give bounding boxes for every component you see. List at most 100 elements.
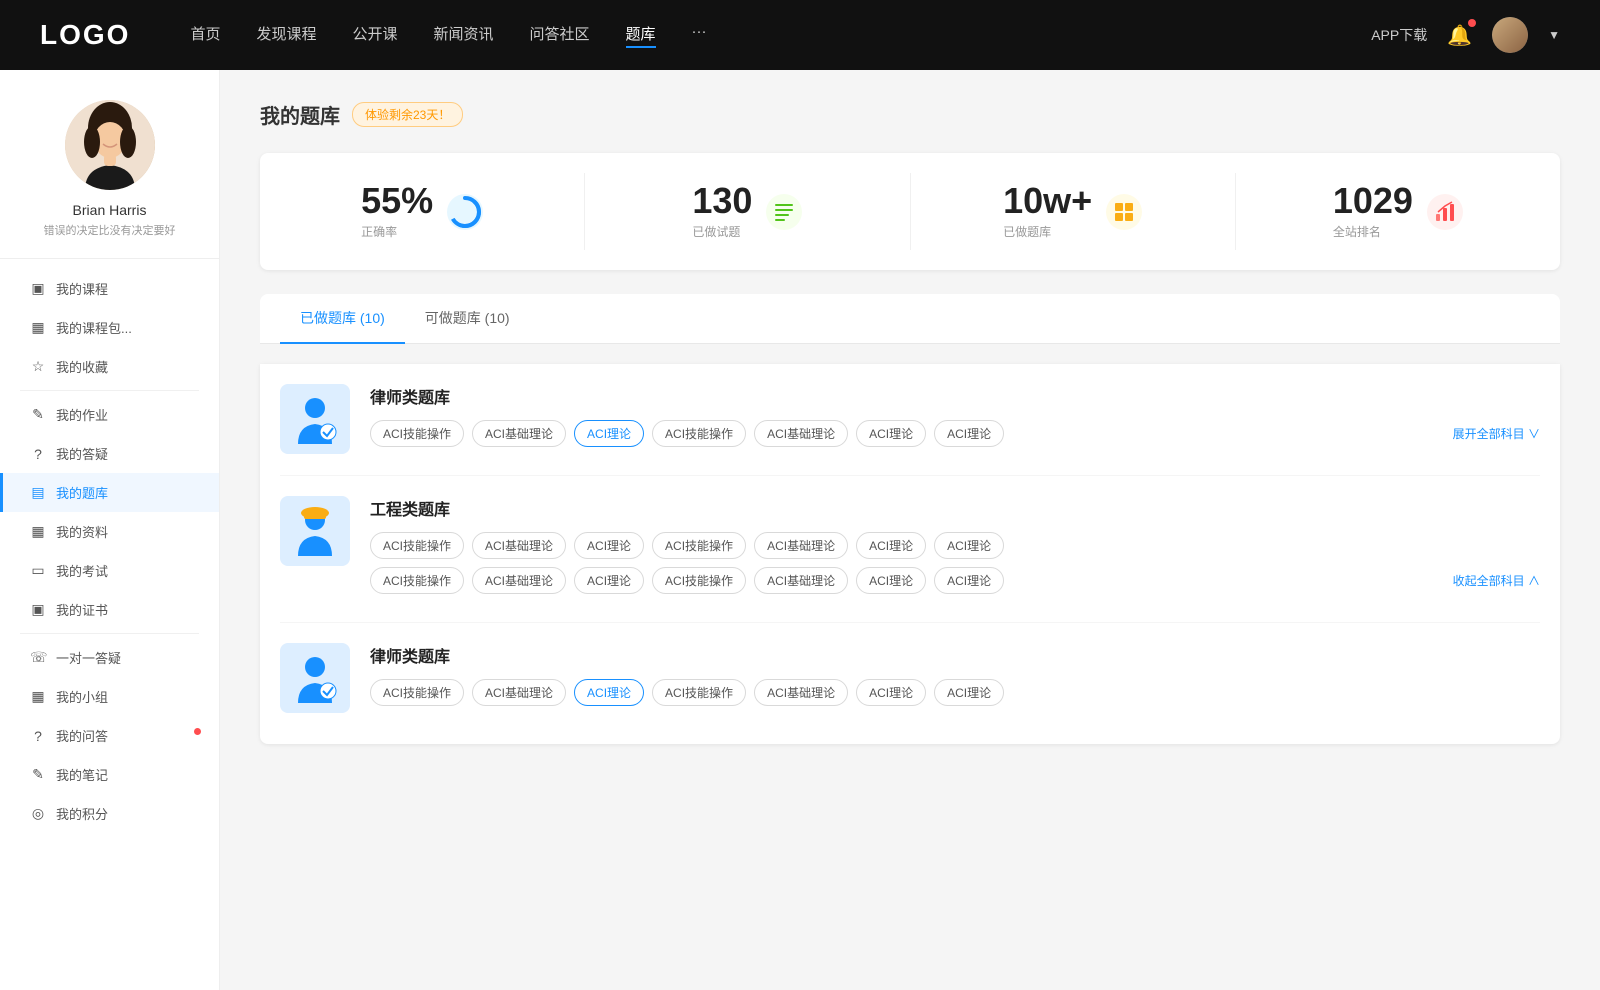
- bell-icon: 🔔: [1447, 25, 1472, 47]
- tag-1-5[interactable]: ACI理论: [856, 532, 926, 559]
- sidebar-item-question-bank[interactable]: ▤ 我的题库: [0, 473, 219, 512]
- nav-more[interactable]: ···: [692, 23, 707, 48]
- chart-icon: [1433, 200, 1457, 224]
- rank-icon-stat: [1427, 194, 1463, 230]
- bank-tags-engineering-row2: ACI技能操作 ACI基础理论 ACI理论 ACI技能操作 ACI基础理论 AC…: [370, 567, 1540, 594]
- bank-item-lawyer: 律师类题库 ACI技能操作 ACI基础理论 ACI理论 ACI技能操作 ACI基…: [280, 364, 1540, 476]
- sidebar-item-course[interactable]: ▣ 我的课程: [0, 269, 219, 308]
- tab-done[interactable]: 已做题库 (10): [280, 294, 405, 344]
- stat-accuracy-text: 55% 正确率: [361, 183, 433, 240]
- tag-0-2[interactable]: ACI理论: [574, 420, 644, 447]
- tag-0-1[interactable]: ACI基础理论: [472, 420, 566, 447]
- sidebar-item-exam[interactable]: ▭ 我的考试: [0, 551, 219, 590]
- tag-2-5[interactable]: ACI理论: [856, 679, 926, 706]
- sidebar-item-points[interactable]: ◎ 我的积分: [0, 794, 219, 833]
- trial-badge: 体验剩余23天！: [352, 102, 463, 127]
- stat-questions-label: 已做试题: [692, 223, 752, 240]
- tag-1-13[interactable]: ACI理论: [934, 567, 1004, 594]
- lawyer-icon-2: [290, 653, 340, 703]
- donut-chart: [447, 194, 483, 230]
- list-icon: [772, 200, 796, 224]
- tab-available[interactable]: 可做题库 (10): [405, 294, 530, 344]
- nav-qa[interactable]: 问答社区: [530, 23, 590, 48]
- bank-info-engineering: 工程类题库 ACI技能操作 ACI基础理论 ACI理论 ACI技能操作 ACI基…: [370, 496, 1540, 602]
- tag-1-9[interactable]: ACI理论: [574, 567, 644, 594]
- tag-0-4[interactable]: ACI基础理论: [754, 420, 848, 447]
- bank-icon-wrap-lawyer2: [280, 643, 350, 713]
- bank-icon: ▤: [30, 484, 46, 501]
- tag-2-3[interactable]: ACI技能操作: [652, 679, 746, 706]
- bank-expand-0[interactable]: 展开全部科目 ∨: [1443, 425, 1540, 442]
- sidebar-item-group[interactable]: ▦ 我的小组: [0, 677, 219, 716]
- stats-bar: 55% 正确率 130 已做试题: [260, 153, 1560, 270]
- bank-info-lawyer: 律师类题库 ACI技能操作 ACI基础理论 ACI理论 ACI技能操作 ACI基…: [370, 384, 1540, 455]
- avatar-chevron[interactable]: ▼: [1548, 28, 1560, 42]
- sidebar-item-certificate[interactable]: ▣ 我的证书: [0, 590, 219, 629]
- tag-0-3[interactable]: ACI技能操作: [652, 420, 746, 447]
- tutoring-icon: ☏: [30, 649, 46, 666]
- tag-2-0[interactable]: ACI技能操作: [370, 679, 464, 706]
- tag-0-0[interactable]: ACI技能操作: [370, 420, 464, 447]
- bank-item-engineering: 工程类题库 ACI技能操作 ACI基础理论 ACI理论 ACI技能操作 ACI基…: [280, 476, 1540, 623]
- nav-question-bank[interactable]: 题库: [626, 23, 656, 48]
- stat-rank-value: 1029: [1333, 183, 1413, 219]
- bank-tags-engineering-row1: ACI技能操作 ACI基础理论 ACI理论 ACI技能操作 ACI基础理论 AC…: [370, 532, 1540, 559]
- bank-name-engineering: 工程类题库: [370, 496, 1540, 520]
- tag-0-6[interactable]: ACI理论: [934, 420, 1004, 447]
- qa-icon: ?: [30, 446, 46, 462]
- app-download-button[interactable]: APP下载: [1371, 25, 1427, 45]
- tag-0-5[interactable]: ACI理论: [856, 420, 926, 447]
- tag-1-1[interactable]: ACI基础理论: [472, 532, 566, 559]
- sidebar-item-materials[interactable]: ▦ 我的资料: [0, 512, 219, 551]
- main-content: 我的题库 体验剩余23天！ 55% 正确率: [220, 70, 1600, 990]
- tag-2-1[interactable]: ACI基础理论: [472, 679, 566, 706]
- materials-icon: ▦: [30, 523, 46, 540]
- tag-1-0[interactable]: ACI技能操作: [370, 532, 464, 559]
- tag-1-10[interactable]: ACI技能操作: [652, 567, 746, 594]
- sidebar-item-questions[interactable]: ? 我的问答: [0, 716, 219, 755]
- stat-questions: 130 已做试题: [585, 173, 910, 250]
- logo: LOGO: [40, 19, 130, 51]
- bank-expand-1[interactable]: 收起全部科目 ∧: [1443, 572, 1540, 589]
- course-package-icon: ▦: [30, 319, 46, 336]
- sidebar-item-notes[interactable]: ✎ 我的笔记: [0, 755, 219, 794]
- sidebar-item-course-package[interactable]: ▦ 我的课程包...: [0, 308, 219, 347]
- stat-accuracy-value: 55%: [361, 183, 433, 219]
- tag-1-3[interactable]: ACI技能操作: [652, 532, 746, 559]
- nav-news[interactable]: 新闻资讯: [434, 23, 494, 48]
- sidebar-item-homework[interactable]: ✎ 我的作业: [0, 395, 219, 434]
- sidebar: Brian Harris 错误的决定比没有决定要好 ▣ 我的课程 ▦ 我的课程包…: [0, 70, 220, 990]
- avatar-image: [1492, 17, 1528, 53]
- avatar[interactable]: [1492, 17, 1528, 53]
- notification-bell[interactable]: 🔔: [1447, 23, 1472, 48]
- tag-1-7[interactable]: ACI技能操作: [370, 567, 464, 594]
- star-icon: ☆: [30, 358, 46, 375]
- questions-badge: [194, 728, 201, 735]
- tag-1-11[interactable]: ACI基础理论: [754, 567, 848, 594]
- tag-2-6[interactable]: ACI理论: [934, 679, 1004, 706]
- tag-2-4[interactable]: ACI基础理论: [754, 679, 848, 706]
- tag-1-2[interactable]: ACI理论: [574, 532, 644, 559]
- sidebar-item-qa[interactable]: ? 我的答疑: [0, 434, 219, 473]
- stat-rank: 1029 全站排名: [1236, 173, 1560, 250]
- tag-1-12[interactable]: ACI理论: [856, 567, 926, 594]
- tag-1-6[interactable]: ACI理论: [934, 532, 1004, 559]
- stat-banks-label: 已做题库: [1003, 223, 1092, 240]
- sidebar-item-favorites[interactable]: ☆ 我的收藏: [0, 347, 219, 386]
- nav-open-course[interactable]: 公开课: [352, 23, 397, 48]
- sidebar-item-tutoring[interactable]: ☏ 一对一答疑: [0, 638, 219, 677]
- accuracy-icon: [447, 194, 483, 230]
- course-icon: ▣: [30, 280, 46, 297]
- questions-icon: ?: [30, 728, 46, 744]
- nav-discover[interactable]: 发现课程: [256, 23, 316, 48]
- tag-2-2[interactable]: ACI理论: [574, 679, 644, 706]
- tabs-bar: 已做题库 (10) 可做题库 (10): [260, 294, 1560, 344]
- tag-1-4[interactable]: ACI基础理论: [754, 532, 848, 559]
- bank-name-lawyer2: 律师类题库: [370, 643, 1540, 667]
- questions-icon-stat: [766, 194, 802, 230]
- tag-1-8[interactable]: ACI基础理论: [472, 567, 566, 594]
- navbar-right: APP下载 🔔 ▼: [1371, 17, 1560, 53]
- bank-item-lawyer2: 律师类题库 ACI技能操作 ACI基础理论 ACI理论 ACI技能操作 ACI基…: [280, 623, 1540, 744]
- certificate-icon: ▣: [30, 601, 46, 618]
- nav-home[interactable]: 首页: [190, 23, 220, 48]
